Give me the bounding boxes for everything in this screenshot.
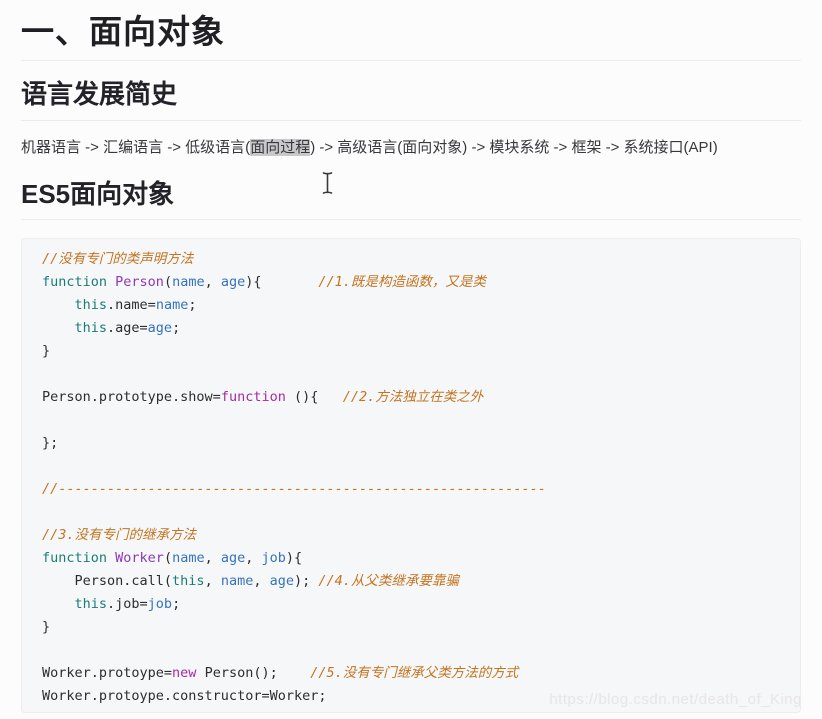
section-title-es5-oop: ES5面向对象 — [21, 171, 801, 220]
flow-text-after: ) -> 高级语言(面向对象) -> 模块系统 -> 框架 -> 系统接口(AP… — [310, 139, 718, 156]
code-block: //没有专门的类声明方法 function Person(name, age){ … — [21, 238, 801, 713]
code-token-pln: }; — [42, 435, 59, 451]
code-token-var: name — [220, 573, 254, 589]
code-token-pln — [42, 320, 75, 336]
code-token-pln: Person.prototype.show= — [42, 389, 221, 405]
code-line: //--------------------------------------… — [42, 478, 780, 501]
code-token-var: name — [172, 550, 205, 566]
code-token-cmt: //--------------------------------------… — [42, 481, 546, 497]
code-token-pln: , — [245, 550, 262, 566]
code-token-var: age — [147, 320, 173, 336]
code-line: this.age=age; — [42, 317, 780, 340]
code-line: Worker.protoype=new Person(); //5.没有专门继承… — [42, 662, 780, 685]
code-line: } — [42, 340, 780, 363]
code-token-pln: , — [253, 573, 270, 589]
code-token-pln: Person(); — [196, 665, 311, 681]
code-token-cmt: //没有专门的类声明方法 — [42, 251, 194, 267]
code-token-pln: , — [204, 550, 221, 566]
code-token-kw2: new — [172, 665, 197, 681]
code-token-kw: this — [74, 320, 108, 336]
code-token-pln: ); — [294, 573, 319, 589]
code-token-var: name — [172, 274, 205, 290]
code-token-ttl: Person — [115, 274, 164, 290]
code-token-var: job — [261, 550, 286, 566]
code-token-cmt: //5.没有专门继承父类方法的方式 — [310, 665, 519, 681]
code-line: function Person(name, age){ //1.既是构造函数，又… — [42, 271, 780, 294]
code-token-cmt: //4.从父类继承要靠骗 — [318, 573, 459, 589]
code-token-pln: , — [204, 573, 221, 589]
language-evolution-paragraph: 机器语言 -> 汇编语言 -> 低级语言(面向过程) -> 高级语言(面向对象)… — [21, 121, 801, 171]
code-token-pln — [42, 297, 75, 313]
code-token-var: age — [220, 274, 246, 290]
code-line: //3.没有专门的继承方法 — [42, 524, 780, 547]
article-content: 一、面向对象 语言发展简史 机器语言 -> 汇编语言 -> 低级语言(面向过程)… — [0, 0, 822, 713]
code-token-pln: ; — [172, 596, 181, 612]
code-token-pln: .age= — [107, 320, 148, 336]
code-token-cmt: //3.没有专门的继承方法 — [42, 527, 197, 543]
code-token-pln: .name= — [107, 297, 156, 313]
code-token-cmt: //1.既是构造函数，又是类 — [318, 274, 486, 290]
code-token-pln: } — [42, 343, 51, 359]
code-token-pln: , — [204, 274, 221, 290]
text-cursor-icon — [322, 172, 333, 194]
code-token-var: age — [220, 550, 246, 566]
code-token-kw: function — [42, 274, 108, 290]
code-token-cmt: //2.方法独立在类之外 — [342, 389, 484, 405]
code-token-pln: Person.call( — [42, 573, 173, 589]
code-token-kw2: function — [220, 389, 286, 405]
code-token-pln: ( — [163, 274, 173, 290]
page-title: 一、面向对象 — [21, 0, 801, 61]
code-token-var: name — [155, 297, 189, 313]
code-token-pln: Worker.protoype= — [42, 665, 173, 681]
code-token-pln: ; — [188, 297, 197, 313]
code-token-pln: .job= — [107, 596, 148, 612]
code-token-pln: Worker.protoype.constructor=Worker; — [42, 688, 327, 704]
code-token-pln: ){ — [285, 550, 303, 566]
section-title-language-history: 语言发展简史 — [21, 61, 801, 121]
code-token-kw: function — [42, 550, 108, 566]
code-token-ttl: Worker — [115, 550, 164, 566]
code-token-pln: } — [42, 619, 51, 635]
code-token-kw: this — [74, 297, 108, 313]
code-line: }; — [42, 432, 780, 455]
code-line: //没有专门的类声明方法 — [42, 248, 780, 271]
code-token-pln — [107, 550, 115, 566]
code-token-var: job — [147, 596, 173, 612]
code-line: function Worker(name, age, job){ — [42, 547, 780, 570]
code-line: Person.prototype.show=function (){ //2.方… — [42, 386, 780, 409]
blog-watermark: https://blog.csdn.net/death_of_King — [549, 691, 802, 708]
code-line: Person.call(this, name, age); //4.从父类继承要… — [42, 570, 780, 593]
code-token-kw: this — [172, 573, 205, 589]
code-line: this.name=name; — [42, 294, 780, 317]
code-token-pln: ( — [163, 550, 173, 566]
code-token-pln: (){ — [285, 389, 343, 405]
selected-text: 面向过程 — [250, 139, 311, 156]
flow-text-before: 机器语言 -> 汇编语言 -> 低级语言( — [21, 139, 251, 156]
code-token-pln: ){ — [245, 274, 319, 290]
code-line: } — [42, 616, 780, 639]
code-token-var: age — [269, 573, 294, 589]
code-token-kw: this — [74, 596, 108, 612]
code-token-pln — [42, 596, 75, 612]
code-token-pln: ; — [172, 320, 181, 336]
code-token-pln — [107, 274, 115, 290]
code-line: this.job=job; — [42, 593, 780, 616]
